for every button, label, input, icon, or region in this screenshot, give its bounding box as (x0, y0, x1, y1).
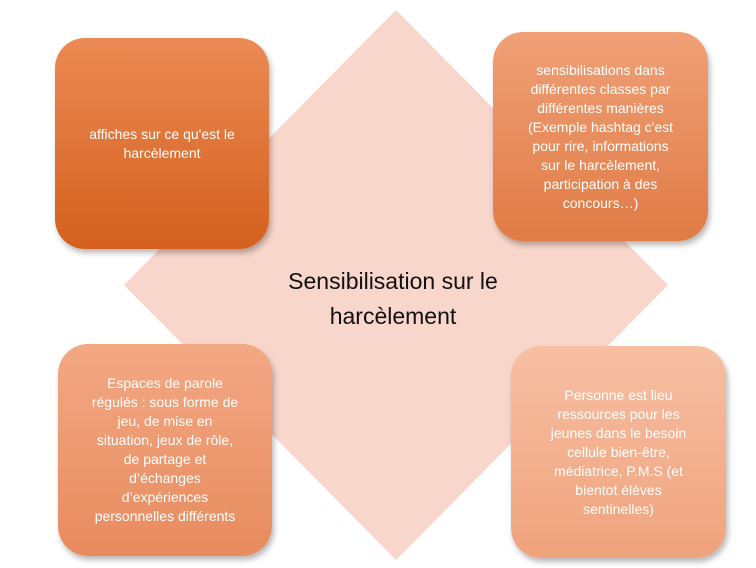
card-top-left: affiches sur ce qu'est le harcèlement (55, 38, 269, 249)
center-title: Sensibilisation sur le harcèlement (288, 268, 498, 329)
card-bottom-left: Espaces de parole régulés : sous forme d… (58, 344, 272, 556)
card-top-right: sensibilisations dans différentes classe… (493, 32, 708, 241)
card-bottom-right: Personne est lieu ressources pour les je… (511, 346, 726, 558)
